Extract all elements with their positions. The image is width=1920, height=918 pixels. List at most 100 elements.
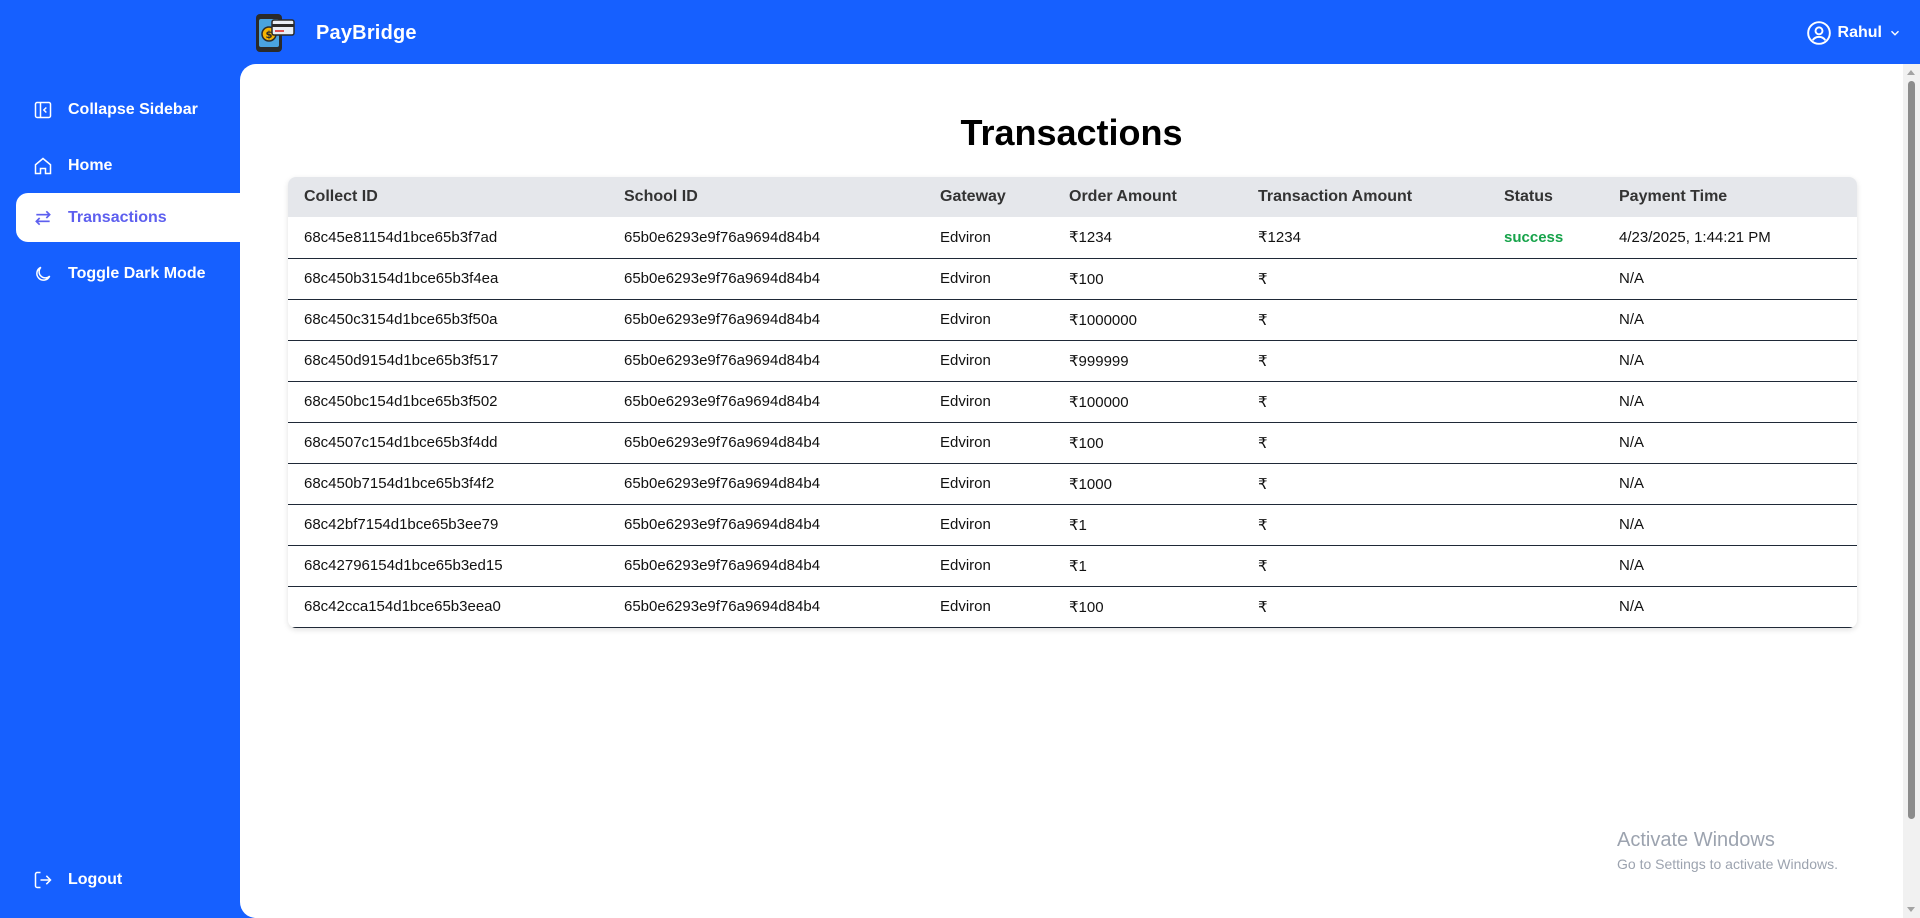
cell-school-id: 65b0e6293e9f76a9694d84b4 xyxy=(624,598,821,615)
scroll-up-arrow-icon[interactable] xyxy=(1907,70,1915,75)
cell-transaction-amount: ₹ xyxy=(1258,557,1268,575)
table-row[interactable]: 68c450d9154d1bce65b3f517 65b0e6293e9f76a9… xyxy=(288,340,1857,381)
cell-gateway: Edviron xyxy=(940,434,991,451)
brand-name: PayBridge xyxy=(316,21,417,44)
column-header-collect-id[interactable]: Collect ID xyxy=(288,177,608,217)
user-menu[interactable]: Rahul xyxy=(1806,20,1902,46)
cell-transaction-amount: ₹ xyxy=(1258,311,1268,329)
cell-status: success xyxy=(1504,228,1564,246)
cell-status xyxy=(1488,381,1603,422)
main-content: Transactions Collect ID School ID Gatewa… xyxy=(240,64,1920,918)
cell-gateway: Edviron xyxy=(940,228,991,246)
scroll-down-arrow-icon[interactable] xyxy=(1907,907,1915,912)
table-row[interactable]: 68c42cca154d1bce65b3eea0 65b0e6293e9f76a9… xyxy=(288,586,1857,627)
cell-school-id: 65b0e6293e9f76a9694d84b4 xyxy=(624,311,821,328)
paybridge-logo-icon: $ xyxy=(256,14,295,52)
table-row[interactable]: 68c42bf7154d1bce65b3ee79 65b0e6293e9f76a9… xyxy=(288,504,1857,545)
sidebar-item-transactions[interactable]: Transactions xyxy=(16,193,240,242)
cell-transaction-amount: ₹1234 xyxy=(1258,229,1301,247)
cell-gateway: Edviron xyxy=(940,311,991,328)
column-header-transaction-amount[interactable]: Transaction Amount xyxy=(1242,177,1488,217)
cell-transaction-amount: ₹ xyxy=(1258,516,1268,534)
cell-collect-id: 68c450c3154d1bce65b3f50a xyxy=(304,311,498,328)
cell-school-id: 65b0e6293e9f76a9694d84b4 xyxy=(624,475,821,492)
cell-school-id: 65b0e6293e9f76a9694d84b4 xyxy=(624,270,821,287)
cell-payment-time: N/A xyxy=(1619,516,1645,533)
cell-payment-time: N/A xyxy=(1619,393,1645,410)
table-header-row: Collect ID School ID Gateway Order Amoun… xyxy=(288,177,1857,217)
cell-payment-time: N/A xyxy=(1619,475,1645,492)
cell-gateway: Edviron xyxy=(940,516,991,533)
sidebar-item-label: Transactions xyxy=(68,208,167,226)
cell-collect-id: 68c450bc154d1bce65b3f502 xyxy=(304,393,498,410)
cell-order-amount: ₹1000 xyxy=(1069,475,1112,493)
cell-payment-time: N/A xyxy=(1619,352,1645,369)
table-row[interactable]: 68c45e81154d1bce65b3f7ad 65b0e6293e9f76a9… xyxy=(288,217,1857,258)
cell-collect-id: 68c450b3154d1bce65b3f4ea xyxy=(304,270,499,287)
vertical-scrollbar[interactable] xyxy=(1903,64,1920,918)
cell-transaction-amount: ₹ xyxy=(1258,352,1268,370)
column-header-payment-time[interactable]: Payment Time xyxy=(1603,177,1857,217)
cell-school-id: 65b0e6293e9f76a9694d84b4 xyxy=(624,352,821,369)
sidebar: Collapse Sidebar Home Transactions Toggl… xyxy=(0,64,240,918)
home-icon xyxy=(32,155,54,177)
cell-order-amount: ₹1 xyxy=(1069,516,1087,534)
cell-order-amount: ₹1 xyxy=(1069,557,1087,575)
table-row[interactable]: 68c450c3154d1bce65b3f50a 65b0e6293e9f76a9… xyxy=(288,299,1857,340)
logout-label: Logout xyxy=(68,871,123,888)
cell-transaction-amount: ₹ xyxy=(1258,598,1268,616)
table-row[interactable]: 68c42796154d1bce65b3ed15 65b0e6293e9f76a9… xyxy=(288,545,1857,586)
transactions-table: Collect ID School ID Gateway Order Amoun… xyxy=(288,177,1857,628)
sidebar-item-label: Home xyxy=(68,157,113,174)
cell-status xyxy=(1488,504,1603,545)
cell-order-amount: ₹100 xyxy=(1069,598,1104,616)
table-row[interactable]: 68c450b7154d1bce65b3f4f2 65b0e6293e9f76a9… xyxy=(288,463,1857,504)
cell-collect-id: 68c42796154d1bce65b3ed15 xyxy=(304,557,503,574)
page-title: Transactions xyxy=(960,112,1183,153)
cell-gateway: Edviron xyxy=(940,352,991,369)
cell-gateway: Edviron xyxy=(940,270,991,287)
sidebar-item-toggle-dark-mode[interactable]: Toggle Dark Mode xyxy=(16,250,240,298)
sidebar-item-home[interactable]: Home xyxy=(16,142,240,190)
cell-school-id: 65b0e6293e9f76a9694d84b4 xyxy=(624,228,821,246)
cell-payment-time: N/A xyxy=(1619,557,1645,574)
cell-order-amount: ₹999999 xyxy=(1069,352,1129,370)
table-body: 68c45e81154d1bce65b3f7ad 65b0e6293e9f76a9… xyxy=(288,217,1857,627)
sidebar-item-label: Toggle Dark Mode xyxy=(68,265,206,282)
cell-order-amount: ₹100 xyxy=(1069,270,1104,288)
cell-payment-time: N/A xyxy=(1619,598,1645,615)
user-name: Rahul xyxy=(1837,24,1882,41)
transfer-arrows-icon xyxy=(32,207,54,229)
cell-status xyxy=(1488,586,1603,627)
user-circle-icon xyxy=(1806,21,1831,45)
cell-school-id: 65b0e6293e9f76a9694d84b4 xyxy=(624,557,821,574)
brand[interactable]: $ PayBridge xyxy=(254,12,417,54)
top-header: $ PayBridge Rahul xyxy=(0,0,1920,64)
cell-gateway: Edviron xyxy=(940,598,991,615)
column-header-school-id[interactable]: School ID xyxy=(608,177,924,217)
moon-icon xyxy=(32,263,54,285)
logout-button[interactable]: Logout xyxy=(16,856,240,904)
watermark-title: Activate Windows xyxy=(1617,829,1775,851)
table-row[interactable]: 68c450bc154d1bce65b3f502 65b0e6293e9f76a9… xyxy=(288,381,1857,422)
cell-gateway: Edviron xyxy=(940,475,991,492)
cell-status xyxy=(1488,258,1603,299)
sidebar-item-label: Collapse Sidebar xyxy=(68,101,198,118)
column-header-order-amount[interactable]: Order Amount xyxy=(1053,177,1242,217)
column-header-gateway[interactable]: Gateway xyxy=(924,177,1053,217)
scrollbar-thumb[interactable] xyxy=(1908,81,1915,819)
cell-status xyxy=(1488,299,1603,340)
sidebar-item-collapse[interactable]: Collapse Sidebar xyxy=(16,86,240,134)
cell-payment-time: N/A xyxy=(1619,311,1645,328)
cell-transaction-amount: ₹ xyxy=(1258,475,1268,493)
table-row[interactable]: 68c4507c154d1bce65b3f4dd 65b0e6293e9f76a9… xyxy=(288,422,1857,463)
cell-school-id: 65b0e6293e9f76a9694d84b4 xyxy=(624,434,821,451)
column-header-status[interactable]: Status xyxy=(1488,177,1603,217)
cell-order-amount: ₹1000000 xyxy=(1069,311,1137,329)
collapse-sidebar-icon xyxy=(32,99,54,121)
cell-payment-time: 4/23/2025, 1:44:21 PM xyxy=(1619,228,1771,246)
cell-collect-id: 68c4507c154d1bce65b3f4dd xyxy=(304,434,498,451)
cell-status xyxy=(1488,545,1603,586)
table-row[interactable]: 68c450b3154d1bce65b3f4ea 65b0e6293e9f76a9… xyxy=(288,258,1857,299)
cell-order-amount: ₹100 xyxy=(1069,434,1104,452)
